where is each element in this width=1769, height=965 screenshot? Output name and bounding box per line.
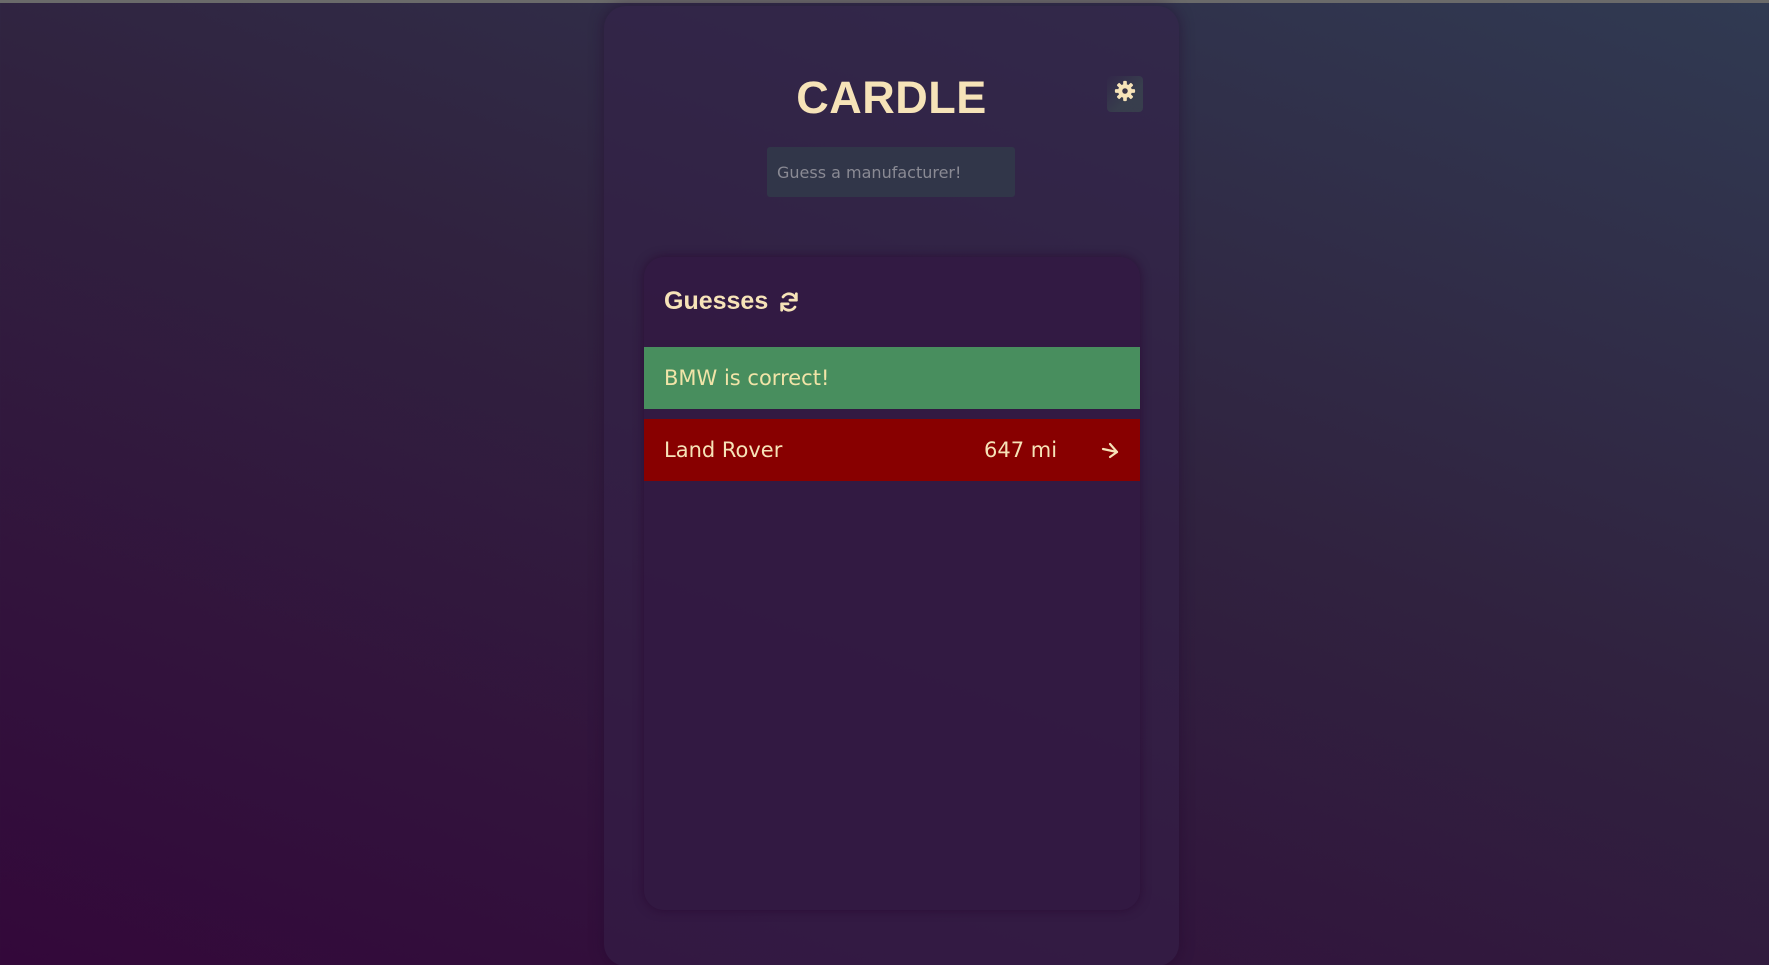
gear-icon	[1114, 76, 1136, 106]
guesses-title: Guesses	[664, 287, 769, 315]
page-title: CARDLE	[796, 72, 987, 123]
guess-input[interactable]	[767, 147, 1015, 197]
guess-result-text: BMW is correct!	[664, 366, 830, 390]
window-top-border	[0, 0, 1769, 3]
app-panel: CARDLE Guesses	[604, 6, 1179, 965]
guess-row-correct: BMW is correct!	[644, 347, 1140, 409]
refresh-icon[interactable]	[778, 291, 800, 313]
guesses-header: Guesses	[664, 287, 800, 316]
guess-distance: 647 mi	[984, 438, 1058, 462]
guess-name: Land Rover	[664, 438, 783, 462]
guesses-panel: Guesses BMW is correct! Land Rover 647 m…	[644, 257, 1140, 910]
arrow-right-icon	[1094, 441, 1120, 459]
guess-row-wrong: Land Rover 647 mi	[644, 419, 1140, 481]
settings-button[interactable]	[1107, 76, 1143, 112]
